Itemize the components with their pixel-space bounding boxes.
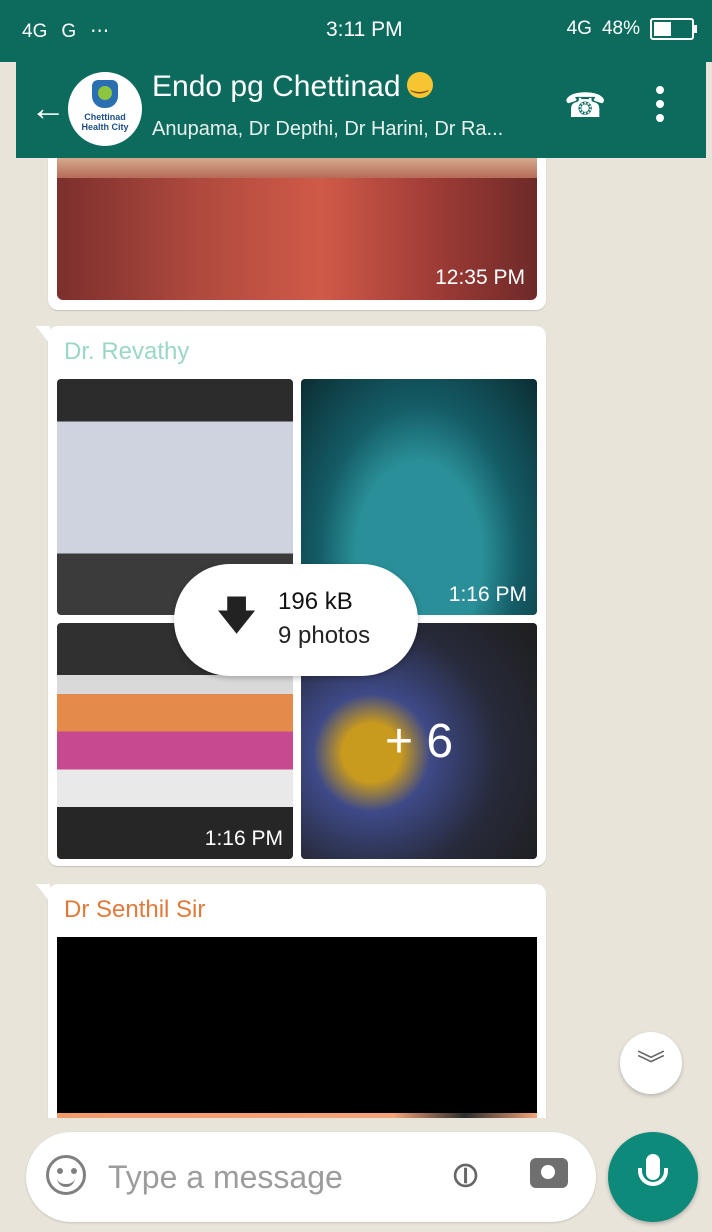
photo-time: 1:16 PM [204, 827, 283, 850]
message-composer: ⊘ [26, 1132, 596, 1222]
more-vert-icon[interactable] [656, 86, 664, 122]
photo-time: 1:16 PM [448, 583, 527, 606]
chat-header: ← Chettinad Health City Endo pg Chettina… [16, 62, 706, 158]
message-time: 12:35 PM [435, 266, 525, 289]
status-right-indicators: 4G 48% [566, 18, 697, 40]
download-button[interactable]: 🡇 196 kB 9 photos [174, 564, 418, 676]
emoji-icon[interactable] [46, 1155, 86, 1195]
status-left-indicators: 4G G ⋯ [22, 20, 109, 43]
chat-title[interactable]: Endo pg Chettinad [152, 70, 433, 104]
avatar-logo-text: Chettinad Health City [81, 112, 129, 132]
add-call-icon[interactable]: ☎ [564, 86, 606, 126]
paperclip-icon[interactable]: ⊘ [440, 1149, 491, 1200]
download-count: 9 photos [278, 622, 371, 649]
message-input[interactable] [106, 1150, 430, 1204]
logo-icon [92, 80, 118, 108]
chat-title-text: Endo pg Chettinad [152, 70, 401, 103]
sender-name[interactable]: Dr Senthil Sir [64, 896, 205, 924]
network-type: 4G [566, 18, 592, 39]
camera-icon[interactable] [530, 1158, 568, 1188]
network-indicator-1: 4G [22, 20, 48, 42]
status-bar: 4G G ⋯ 3:11 PM 4G 48% [0, 0, 712, 62]
bubble-tail [36, 884, 50, 902]
bubble-tail [36, 326, 50, 344]
battery-fill [654, 22, 672, 36]
message-bubble: 12:35 PM [48, 158, 546, 310]
status-time: 3:11 PM [326, 18, 403, 41]
double-chevron-down-icon[interactable]: ︾ [620, 1032, 682, 1094]
notification-indicators: ⋯ [90, 21, 110, 42]
back-arrow-icon[interactable]: ← [30, 90, 66, 126]
sender-name[interactable]: Dr. Revathy [64, 338, 189, 366]
chat-participants[interactable]: Anupama, Dr Depthi, Dr Harini, Dr Ra... [152, 118, 503, 141]
battery-percent: 48% [601, 18, 640, 39]
message-media[interactable] [57, 937, 537, 1118]
message-bubble: Dr Senthil Sir [36, 884, 546, 1118]
download-arrow-icon: 🡇 [216, 594, 258, 638]
avatar[interactable]: Chettinad Health City [68, 72, 142, 146]
message-image[interactable]: 12:35 PM [57, 158, 537, 300]
chat-area[interactable]: 12:35 PM Dr. Revathy 1:16 PM 1:16 PM + 6… [0, 158, 712, 1118]
mic-icon[interactable] [608, 1132, 698, 1222]
smiley-emoji-icon [406, 70, 433, 98]
battery-icon [650, 18, 697, 40]
network-indicator-2: G [61, 20, 77, 42]
download-size: 196 kB [278, 588, 353, 615]
